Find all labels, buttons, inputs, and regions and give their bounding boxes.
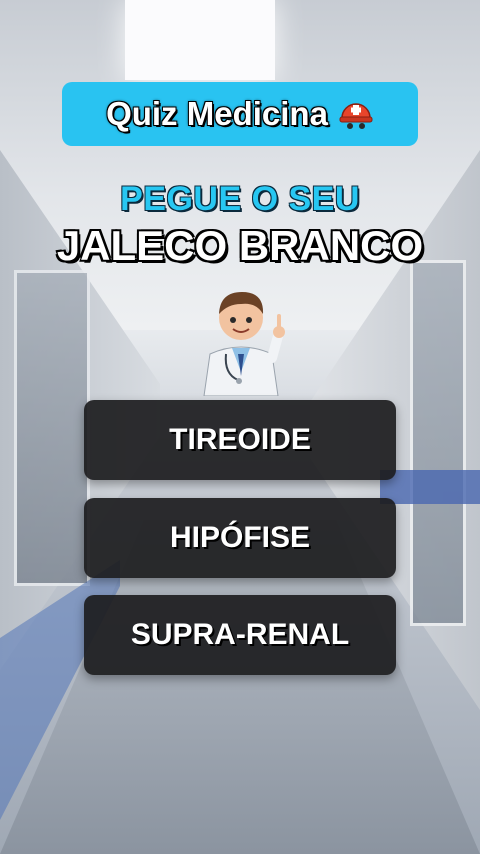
medical-helmet-icon [339,103,373,129]
answer-option-3-label: SUPRA-RENAL [130,618,350,651]
ceiling-light [125,0,275,80]
quiz-title: Quiz Medicina [106,95,328,132]
glass-door-right [410,260,466,626]
answer-option-3[interactable]: SUPRA-RENAL [84,595,396,675]
answer-option-2-label: HIPÓFISE [169,521,311,554]
subtitle-line-1: PEGUE O SEU [120,180,360,218]
quiz-title-banner: Quiz Medicina [62,82,418,146]
answer-option-1-label: TIREOIDE [169,423,311,456]
answer-option-2[interactable]: HIPÓFISE [84,498,396,578]
answer-option-1[interactable]: TIREOIDE [84,400,396,480]
doctor-cartoon-icon [203,292,285,396]
glass-door-left [14,270,90,586]
subtitle-line-2: JALECO BRANCO [56,222,424,269]
wall-stripe [380,470,480,504]
